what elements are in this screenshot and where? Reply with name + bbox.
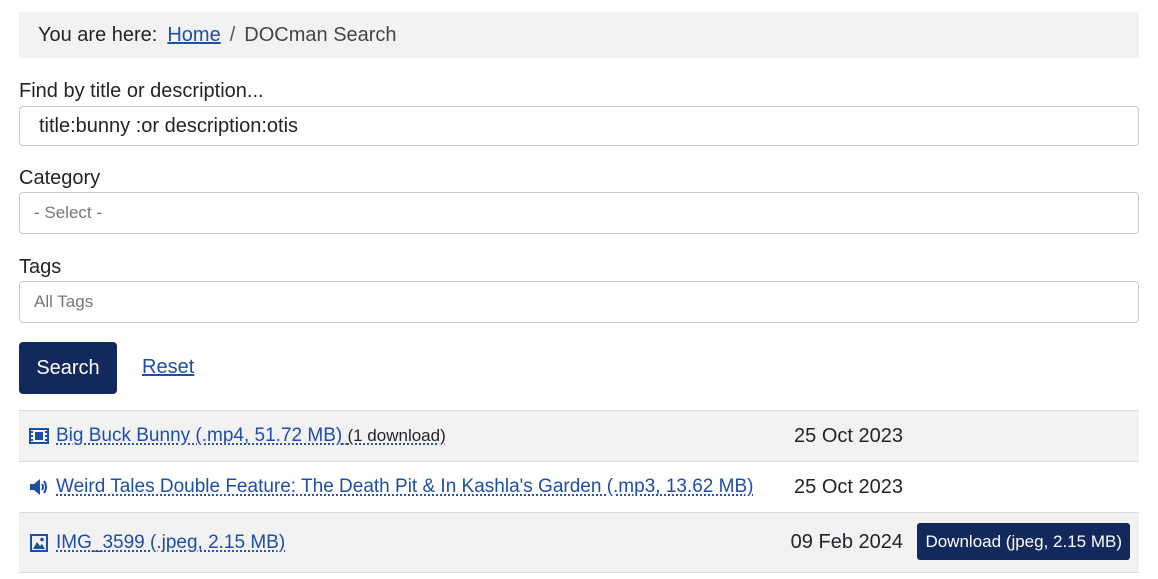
search-input-value: title:bunny :or description:otis <box>39 114 299 137</box>
search-label: Find by title or description... <box>19 80 264 102</box>
search-button[interactable]: Search <box>19 342 117 394</box>
result-link[interactable]: IMG_3599 (.jpeg, 2.15 MB) <box>56 532 285 554</box>
breadcrumb-current: DOCman Search <box>244 23 397 46</box>
result-link[interactable]: Weird Tales Double Feature: The Death Pi… <box>56 476 753 498</box>
table-row: Weird Tales Double Feature: The Death Pi… <box>19 461 1139 512</box>
category-select[interactable]: - Select - <box>19 192 1139 234</box>
result-date: 09 Feb 2024 <box>790 531 903 553</box>
category-label: Category <box>19 167 101 189</box>
result-title: Big Buck Bunny (.mp4, 51.72 MB) <box>56 425 343 446</box>
result-link[interactable]: Big Buck Bunny (.mp4, 51.72 MB) (1 downl… <box>56 425 446 447</box>
table-row: Big Buck Bunny (.mp4, 51.72 MB) (1 downl… <box>19 410 1139 461</box>
breadcrumb-home-link[interactable]: Home <box>167 24 220 47</box>
download-button[interactable]: Download (jpeg, 2.15 MB) <box>917 523 1130 560</box>
breadcrumb-separator: / <box>229 23 236 46</box>
result-date: 25 Oct 2023 <box>794 424 903 447</box>
result-date: 25 Oct 2023 <box>794 475 903 498</box>
search-input[interactable]: title:bunny :or description:otis <box>19 106 1139 146</box>
image-icon <box>29 533 49 553</box>
tags-label: Tags <box>19 256 62 278</box>
category-placeholder: - Select - <box>34 203 103 222</box>
tags-placeholder: All Tags <box>34 292 94 311</box>
tags-select[interactable]: All Tags <box>19 281 1139 323</box>
video-icon <box>29 426 49 446</box>
results-table: Big Buck Bunny (.mp4, 51.72 MB) (1 downl… <box>19 410 1139 573</box>
breadcrumb-lead: You are here: <box>38 23 158 46</box>
download-count: (1 download) <box>347 426 446 445</box>
reset-link[interactable]: Reset <box>142 356 194 379</box>
table-row: IMG_3599 (.jpeg, 2.15 MB) 09 Feb 2024 Do… <box>19 512 1139 573</box>
audio-icon <box>29 477 49 497</box>
breadcrumb: You are here: Home / DOCman Search <box>19 12 1139 58</box>
